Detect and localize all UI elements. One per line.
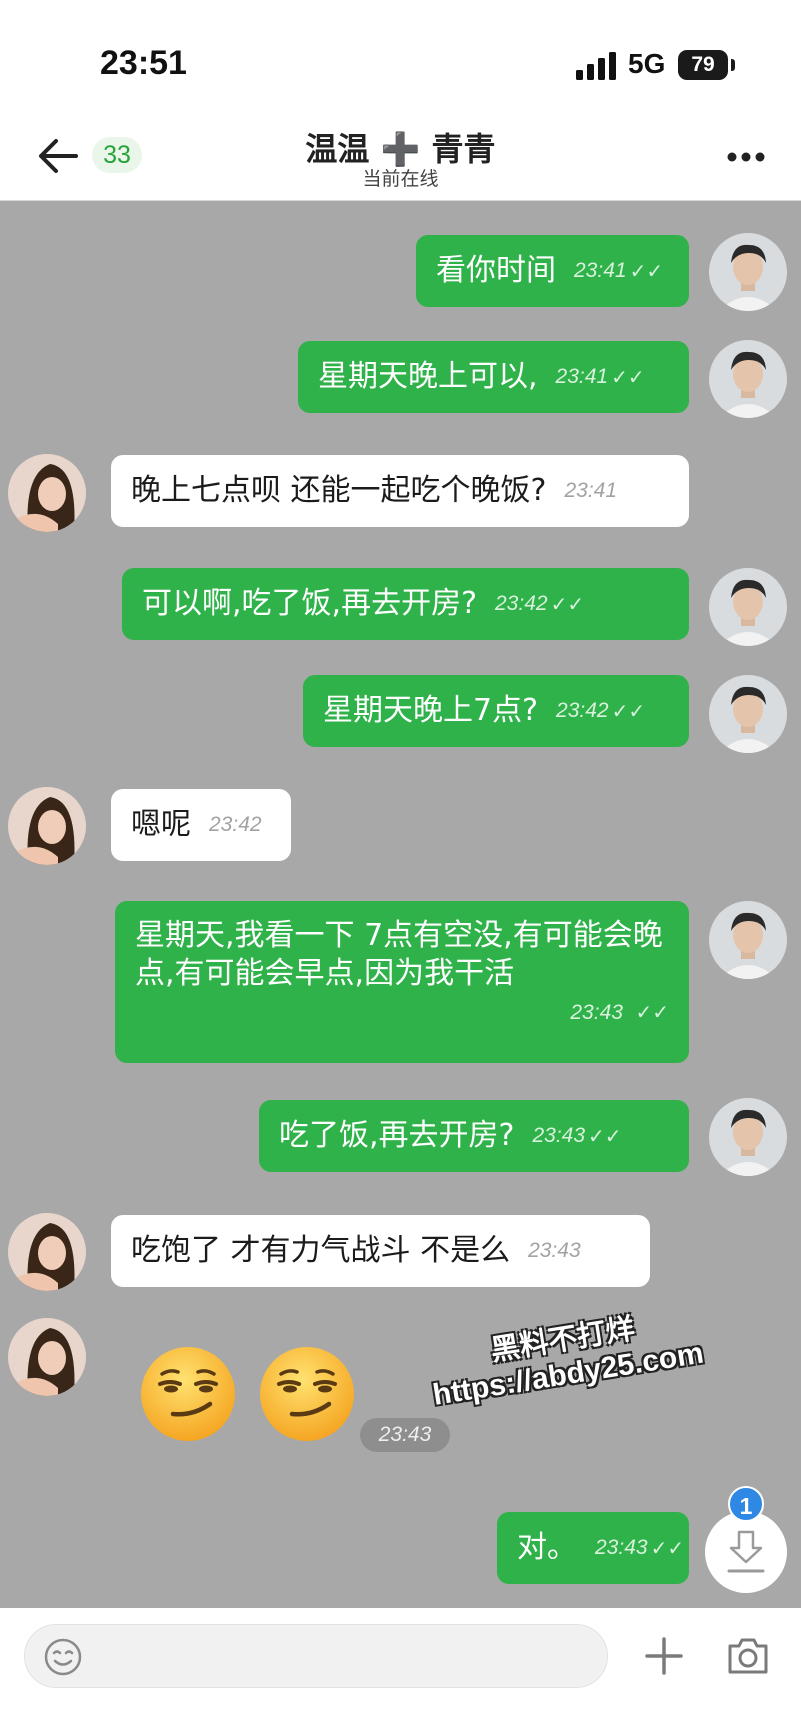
camera-icon[interactable] [726, 1636, 770, 1676]
incoming-message-bubble[interactable]: 嗯呢 23:42 [111, 789, 291, 861]
message-text: 吃了饭,再去开房? [279, 1118, 515, 1153]
message-input[interactable] [115, 1635, 589, 1679]
male-avatar-icon [709, 340, 787, 418]
message-time: 23:43 [570, 1001, 623, 1024]
message-time: 23:43 [595, 1536, 648, 1559]
message-time: 23:41 [564, 479, 618, 502]
incoming-message-bubble[interactable]: 晚上七点呗 还能一起吃个晚饭? 23:41 [111, 455, 689, 527]
incoming-message-bubble[interactable]: 吃饱了 才有力气战斗 不是么 23:43 [111, 1215, 650, 1287]
emoji-picker-icon[interactable] [43, 1637, 83, 1677]
network-type: 5G [628, 48, 666, 79]
male-avatar-icon [709, 568, 787, 646]
read-check-icon: ✓✓ [611, 699, 646, 723]
smirking-face-icon[interactable] [138, 1344, 238, 1444]
message-time: 23:41 [574, 259, 627, 282]
new-message-count-badge: 1 [728, 1486, 764, 1522]
my-avatar[interactable] [709, 675, 787, 753]
message-text: 吃饱了 才有力气战斗 不是么 [131, 1233, 511, 1268]
message-text: 星期天,我看一下 7点有空没,有可能会晚点,有可能会早点,因为我干活 [135, 918, 663, 991]
message-time: 23:42 [495, 592, 548, 615]
contact-avatar[interactable] [8, 454, 86, 532]
female-avatar-icon [8, 787, 86, 865]
my-avatar[interactable] [709, 233, 787, 311]
my-avatar[interactable] [709, 1098, 787, 1176]
male-avatar-icon [709, 675, 787, 753]
download-arrow-icon [727, 1530, 765, 1573]
outgoing-message-bubble[interactable]: 星期天晚上可以, 23:41 ✓✓ [298, 341, 689, 413]
contact-avatar[interactable] [8, 787, 86, 865]
battery-icon: 79 [678, 50, 728, 80]
outgoing-message-bubble[interactable]: 对。 23:43 ✓✓ [497, 1512, 689, 1584]
contact-avatar[interactable] [8, 1318, 86, 1396]
message-text: 晚上七点呗 还能一起吃个晚饭? [131, 473, 547, 508]
read-check-icon: ✓✓ [635, 1000, 669, 1024]
female-avatar-icon [8, 1318, 86, 1396]
my-avatar[interactable] [709, 340, 787, 418]
message-text: 星期天晚上7点? [323, 693, 539, 728]
female-avatar-icon [8, 454, 86, 532]
read-check-icon: ✓✓ [629, 259, 664, 283]
read-check-icon: ✓✓ [588, 1124, 622, 1148]
outgoing-message-bubble[interactable]: 可以啊,吃了饭,再去开房? 23:42 ✓✓ [122, 568, 689, 640]
status-time: 23:51 [100, 44, 187, 82]
read-check-icon: ✓✓ [550, 592, 585, 616]
message-time: 23:43 [360, 1418, 450, 1452]
watermark: 黑料不打烊 https://abdy25.com [391, 1290, 739, 1418]
my-avatar[interactable] [709, 901, 787, 979]
my-avatar[interactable] [709, 568, 787, 646]
male-avatar-icon [709, 1098, 787, 1176]
outgoing-message-bubble[interactable]: 看你时间 23:41 ✓✓ [416, 235, 689, 307]
plus-icon[interactable] [644, 1636, 684, 1676]
read-check-icon: ✓✓ [650, 1536, 685, 1560]
message-time: 23:41 [555, 365, 609, 388]
chat-header: 33 温温 ➕ 青青 当前在线 [0, 120, 801, 201]
message-time: 23:42 [209, 813, 262, 836]
online-status: 当前在线 [362, 168, 439, 190]
male-avatar-icon [709, 233, 787, 311]
message-input-container[interactable] [24, 1624, 608, 1688]
male-avatar-icon [709, 901, 787, 979]
outgoing-message-bubble[interactable]: 吃了饭,再去开房? 23:43 ✓✓ [259, 1100, 689, 1172]
female-avatar-icon [8, 1213, 86, 1291]
message-text: 嗯呢 [131, 807, 191, 842]
smirking-face-icon[interactable] [257, 1344, 357, 1444]
message-text: 对。 [517, 1530, 577, 1565]
input-bar [0, 1608, 801, 1730]
message-list[interactable]: 看你时间 23:41 ✓✓ 星期天晚上可以, 23:41 ✓✓ 晚上七点呗 还能… [0, 201, 801, 1608]
message-meta: 23:43 ✓✓ [135, 991, 669, 1032]
status-bar: 23:51 5G 79 [0, 0, 801, 120]
message-text: 看你时间 [436, 253, 556, 288]
message-time: 23:42 [556, 699, 609, 722]
message-text: 星期天晚上可以, [318, 359, 538, 394]
message-time: 23:43 [532, 1124, 586, 1147]
contact-avatar[interactable] [8, 1213, 86, 1291]
battery-cap [731, 59, 735, 71]
read-check-icon: ✓✓ [611, 365, 645, 389]
message-text: 可以啊,吃了饭,再去开房? [142, 586, 477, 621]
signal-strength-icon [576, 52, 616, 80]
outgoing-message-bubble[interactable]: 星期天,我看一下 7点有空没,有可能会晚点,有可能会早点,因为我干活 23:43… [115, 901, 689, 1063]
message-time: 23:43 [528, 1239, 581, 1262]
scroll-to-latest-button[interactable] [705, 1511, 787, 1593]
more-options-icon[interactable] [722, 142, 770, 172]
outgoing-message-bubble[interactable]: 星期天晚上7点? 23:42 ✓✓ [303, 675, 689, 747]
